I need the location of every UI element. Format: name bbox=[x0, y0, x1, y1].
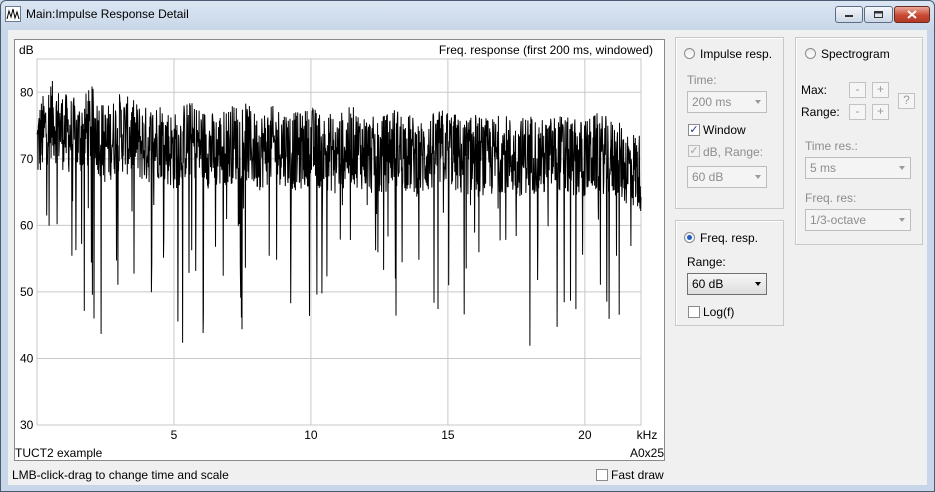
range-select-value: 60 dB bbox=[692, 277, 724, 291]
y-tick-label: 60 bbox=[20, 218, 34, 232]
freq-response-group: Freq. resp. Range: 60 dB Log(f) bbox=[675, 220, 784, 326]
y-tick-label: 40 bbox=[20, 351, 34, 365]
chevron-down-icon bbox=[899, 218, 905, 222]
plot-id: A0x25 bbox=[629, 446, 664, 460]
y-tick-label: 80 bbox=[20, 85, 34, 99]
plot-caption: TUCT2 example bbox=[15, 446, 103, 460]
fast-draw-checkbox[interactable] bbox=[596, 469, 608, 481]
window-checkbox[interactable]: ✓ bbox=[688, 124, 700, 136]
freq-response-radio-label[interactable]: Freq. resp. bbox=[700, 231, 758, 245]
freq-res-label: Freq. res: bbox=[805, 191, 857, 205]
y-tick-label: 70 bbox=[20, 152, 34, 166]
freq-res-select-value: 1/3-octave bbox=[810, 213, 867, 227]
range-label: Range: bbox=[687, 255, 726, 269]
impulse-radio-label[interactable]: Impulse resp. bbox=[700, 47, 772, 61]
x-axis-label: kHz bbox=[637, 428, 658, 442]
chevron-down-icon bbox=[899, 166, 905, 170]
maximize-button[interactable] bbox=[864, 6, 893, 23]
restore-icon bbox=[874, 11, 883, 18]
time-res-select-value: 5 ms bbox=[810, 161, 837, 175]
log-f-checkbox[interactable] bbox=[688, 306, 700, 318]
minimize-button[interactable] bbox=[835, 6, 863, 23]
time-res-label: Time res.: bbox=[805, 139, 858, 153]
db-range-select-value: 60 dB bbox=[692, 170, 724, 184]
fast-draw-label: Fast draw bbox=[611, 468, 664, 482]
close-button[interactable] bbox=[894, 6, 930, 23]
y-tick-label: 50 bbox=[20, 285, 34, 299]
chevron-down-icon bbox=[755, 282, 761, 286]
x-tick-label: 5 bbox=[171, 428, 178, 442]
title-bar[interactable]: Main:Impulse Response Detail bbox=[0, 0, 935, 30]
time-res-select[interactable]: 5 ms bbox=[805, 157, 911, 179]
time-select-value: 200 ms bbox=[692, 95, 732, 109]
app-icon bbox=[5, 6, 21, 22]
spectrogram-radio-label[interactable]: Spectrogram bbox=[821, 47, 890, 61]
range-select[interactable]: 60 dB bbox=[687, 273, 767, 295]
db-range-select[interactable]: 60 dB bbox=[687, 166, 767, 188]
max-decrease-button[interactable]: - bbox=[849, 82, 866, 98]
freq-response-radio[interactable] bbox=[684, 232, 695, 243]
time-label: Time: bbox=[687, 73, 717, 87]
close-icon bbox=[907, 10, 917, 19]
impulse-radio[interactable] bbox=[684, 48, 695, 59]
freq-res-select[interactable]: 1/3-octave bbox=[805, 209, 911, 231]
y-unit-label: dB bbox=[19, 43, 34, 57]
chart-canvas: 30 40 50 60 70 80 5 10 15 20 kHz bbox=[20, 58, 658, 442]
max-label: Max: bbox=[801, 83, 828, 97]
spectrogram-range-label: Range: bbox=[801, 105, 840, 119]
y-tick-label: 30 bbox=[20, 418, 34, 432]
spectrogram-group: Spectrogram Max: - + ? Range: - + Time r… bbox=[795, 37, 923, 245]
impulse-group: Impulse resp. Time: 200 ms ✓ Window ✓ dB… bbox=[675, 37, 784, 209]
x-tick-label: 15 bbox=[441, 428, 455, 442]
log-f-label: Log(f) bbox=[703, 305, 735, 319]
chevron-down-icon bbox=[755, 175, 761, 179]
range-decrease-button[interactable]: - bbox=[849, 104, 866, 120]
chevron-down-icon bbox=[755, 100, 761, 104]
help-button[interactable]: ? bbox=[898, 93, 915, 109]
minimize-icon bbox=[845, 15, 853, 17]
plot-title: Freq. response (first 200 ms, windowed) bbox=[438, 43, 653, 57]
range-increase-button[interactable]: + bbox=[872, 104, 889, 120]
time-select[interactable]: 200 ms bbox=[687, 91, 767, 113]
frequency-response-plot[interactable]: 30 40 50 60 70 80 5 10 15 20 kHz dB Freq. response… bbox=[14, 39, 665, 461]
db-range-label: dB, Range: bbox=[703, 145, 764, 159]
x-tick-label: 10 bbox=[304, 428, 318, 442]
window-title: Main:Impulse Response Detail bbox=[26, 7, 189, 21]
spectrogram-radio[interactable] bbox=[805, 48, 816, 59]
db-range-checkbox[interactable]: ✓ bbox=[688, 145, 700, 157]
status-hint: LMB-click-drag to change time and scale bbox=[12, 468, 229, 482]
max-increase-button[interactable]: + bbox=[872, 82, 889, 98]
window-label: Window bbox=[703, 123, 746, 137]
x-tick-label: 20 bbox=[578, 428, 592, 442]
